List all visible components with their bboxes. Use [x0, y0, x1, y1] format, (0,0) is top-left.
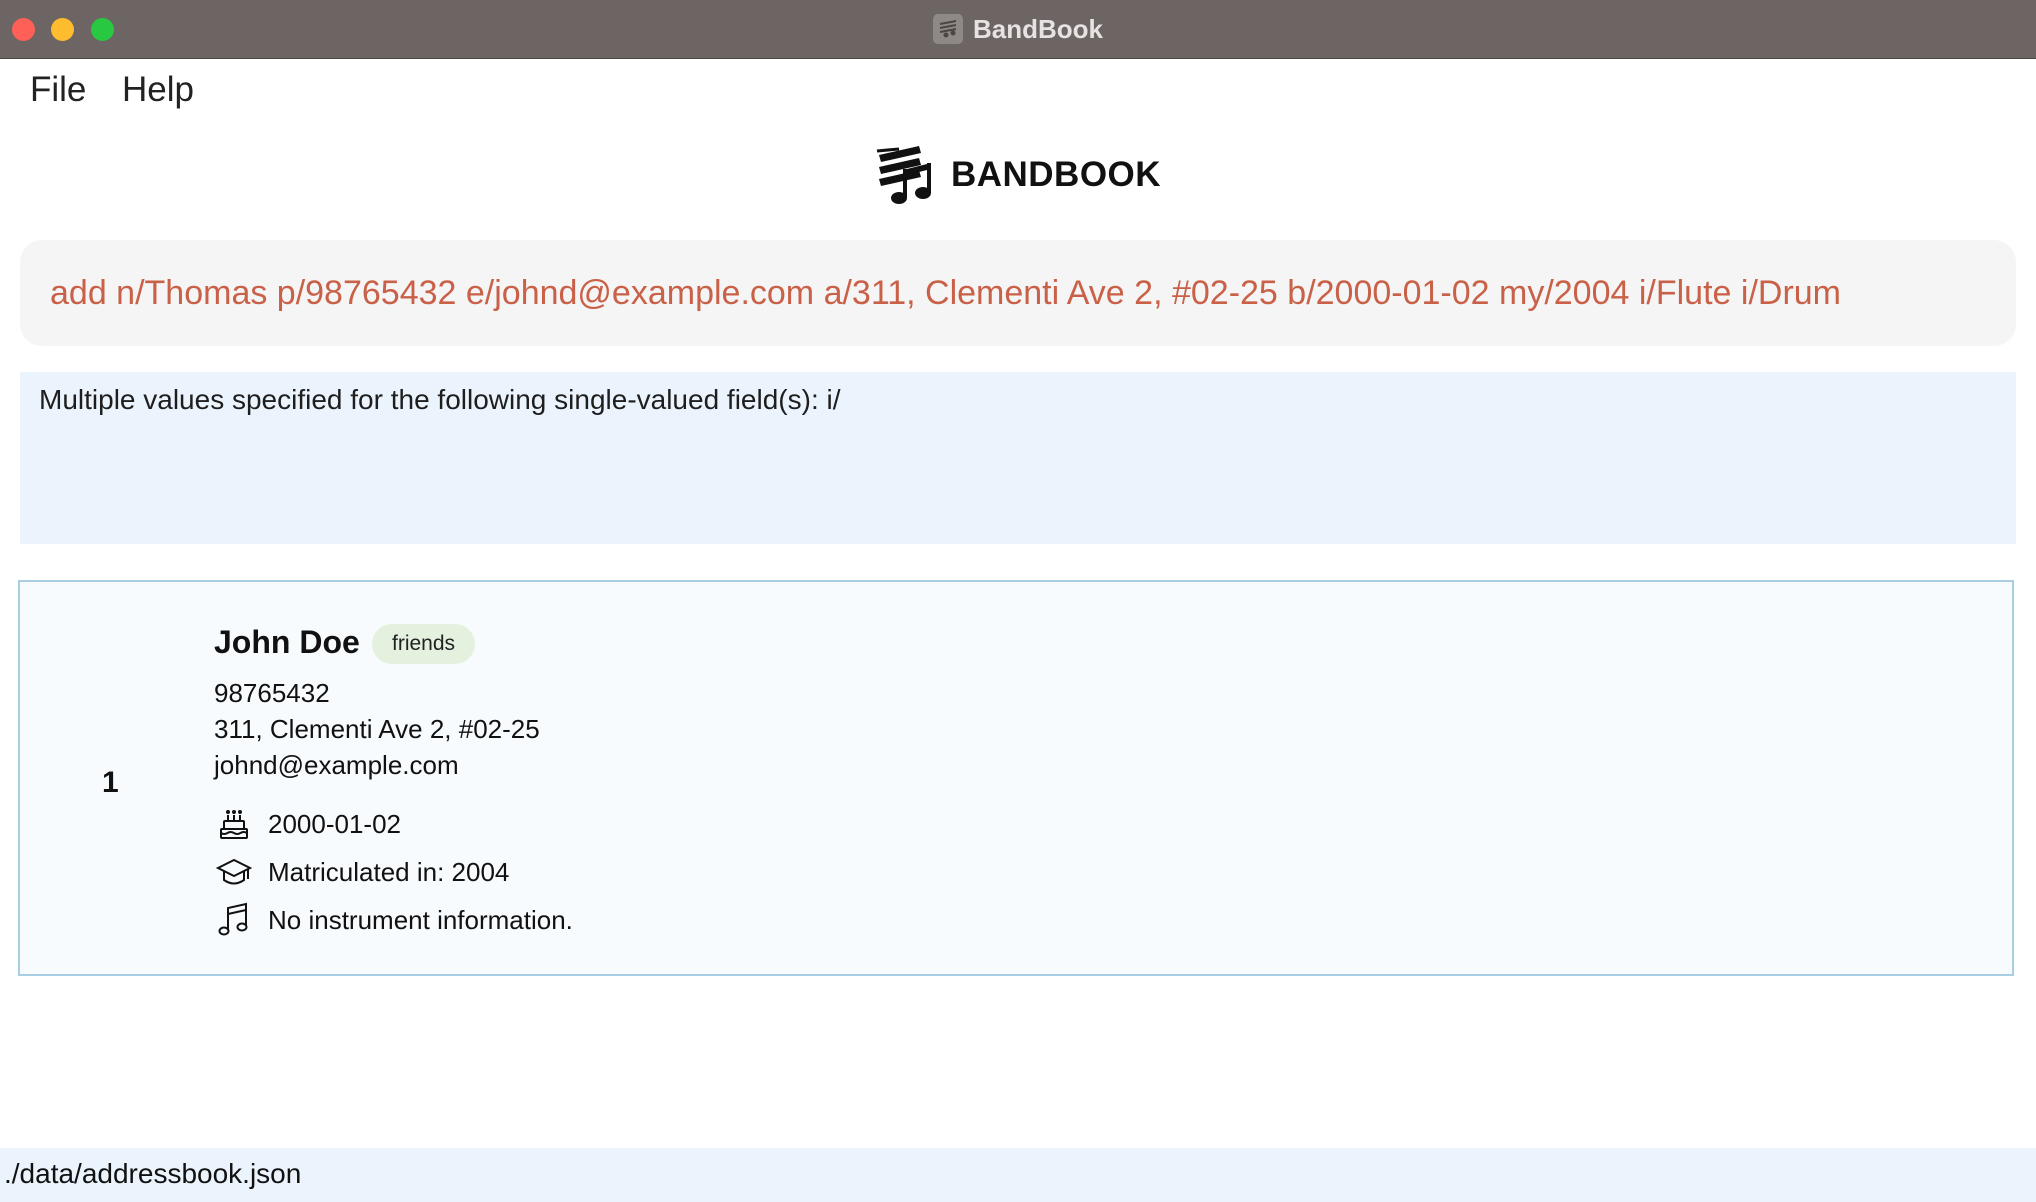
window-title-group: BandBook — [0, 0, 2036, 58]
instrument-row: No instrument information. — [216, 900, 573, 940]
person-birthday: 2000-01-02 — [268, 808, 401, 839]
music-note-icon — [216, 902, 252, 938]
person-instrument: No instrument information. — [268, 904, 573, 935]
person-address: 311, Clementi Ave 2, #02-25 — [214, 714, 540, 744]
person-name: John Doe — [214, 624, 360, 660]
status-bar: ./data/addressbook.json — [0, 1148, 2036, 1202]
app-logo: BANDBOOK — [0, 140, 2036, 210]
command-box[interactable]: add n/Thomas p/98765432 e/johnd@example.… — [20, 240, 2016, 346]
birthday-cake-icon — [216, 806, 252, 842]
person-matriculation: Matriculated in: 2004 — [268, 856, 510, 887]
result-display: Multiple values specified for the follow… — [20, 372, 2016, 544]
tag-badge: friends — [372, 624, 476, 664]
person-list[interactable]: 1 John Doe friends 98765432 311, Clement… — [18, 580, 2014, 976]
logo-text: BANDBOOK — [950, 155, 1162, 194]
menu-file[interactable]: File — [30, 70, 86, 110]
title-bar: BandBook — [0, 0, 2036, 59]
person-email: johnd@example.com — [214, 750, 459, 780]
matriculation-row: Matriculated in: 2004 — [216, 852, 509, 892]
app-window: BandBook File Help BANDBOOK add n/Thomas… — [0, 0, 2036, 1202]
graduation-cap-icon — [216, 854, 252, 890]
window-title: BandBook — [973, 13, 1103, 44]
save-location: ./data/addressbook.json — [4, 1158, 302, 1189]
birthday-row: 2000-01-02 — [216, 804, 401, 844]
person-index: 1 — [102, 766, 119, 799]
app-icon — [933, 14, 963, 44]
command-input[interactable]: add n/Thomas p/98765432 e/johnd@example.… — [50, 274, 1841, 313]
person-phone: 98765432 — [214, 678, 330, 708]
result-message: Multiple values specified for the follow… — [39, 384, 841, 415]
menu-bar: File Help — [0, 60, 2036, 126]
menu-help[interactable]: Help — [122, 70, 194, 110]
bandbook-logo-icon — [876, 146, 931, 204]
